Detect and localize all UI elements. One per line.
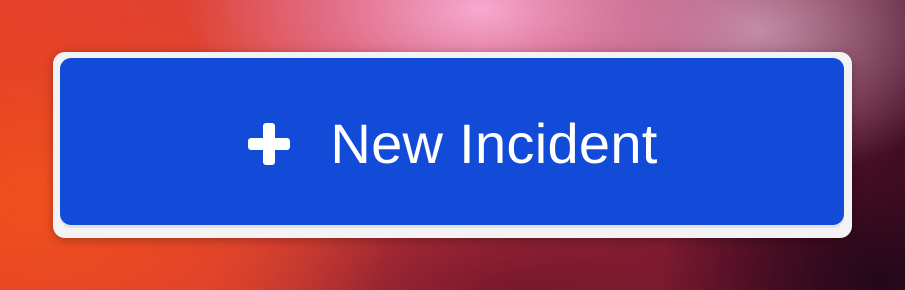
button-frame: New Incident <box>53 52 852 238</box>
new-incident-label: New Incident <box>330 111 658 175</box>
plus-icon <box>246 121 292 167</box>
new-incident-button[interactable]: New Incident <box>60 58 844 225</box>
